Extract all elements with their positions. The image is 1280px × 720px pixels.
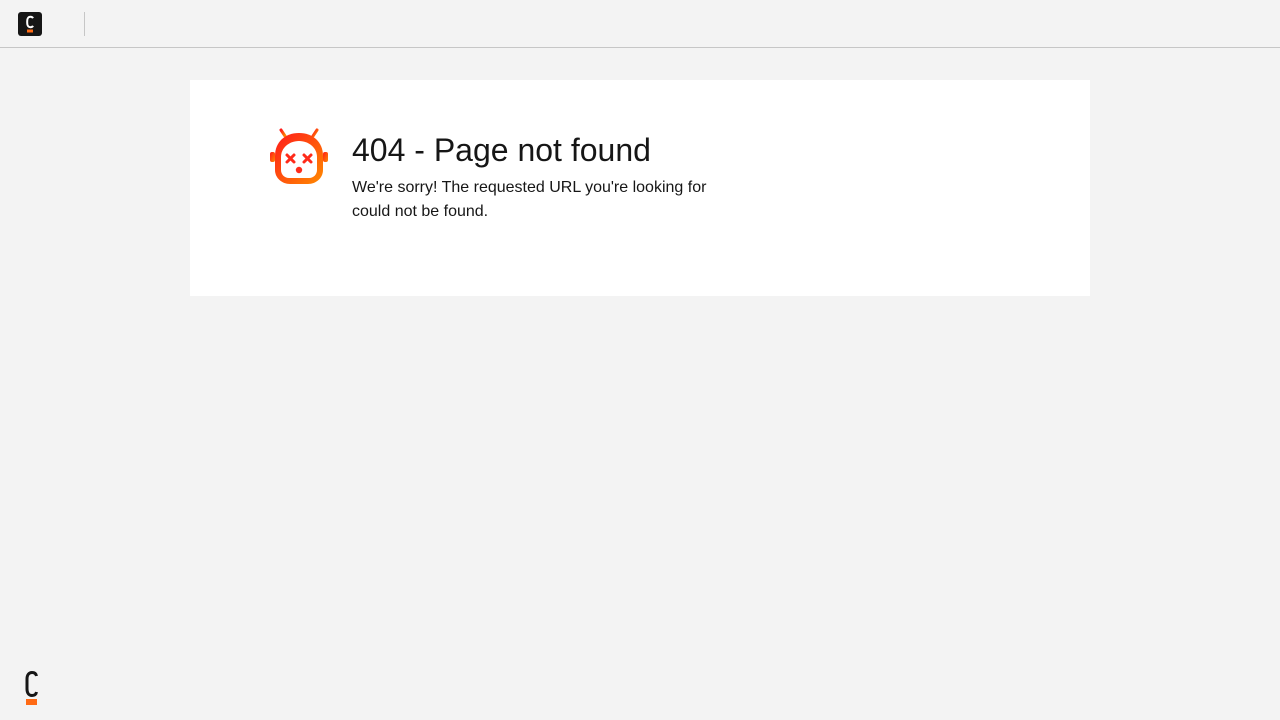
brand-c-logo-icon (25, 670, 38, 705)
header-divider (84, 12, 85, 36)
error-message: We're sorry! The requested URL you're lo… (352, 179, 707, 220)
brand-c-logo-icon (26, 15, 34, 33)
home-logo-link[interactable] (18, 12, 42, 36)
top-header-bar (0, 0, 1280, 48)
broken-robot-icon (270, 128, 328, 184)
page-title: 404 - Page not found (352, 132, 651, 168)
error-card: 404 - Page not found We're sorry! The re… (190, 80, 1090, 296)
